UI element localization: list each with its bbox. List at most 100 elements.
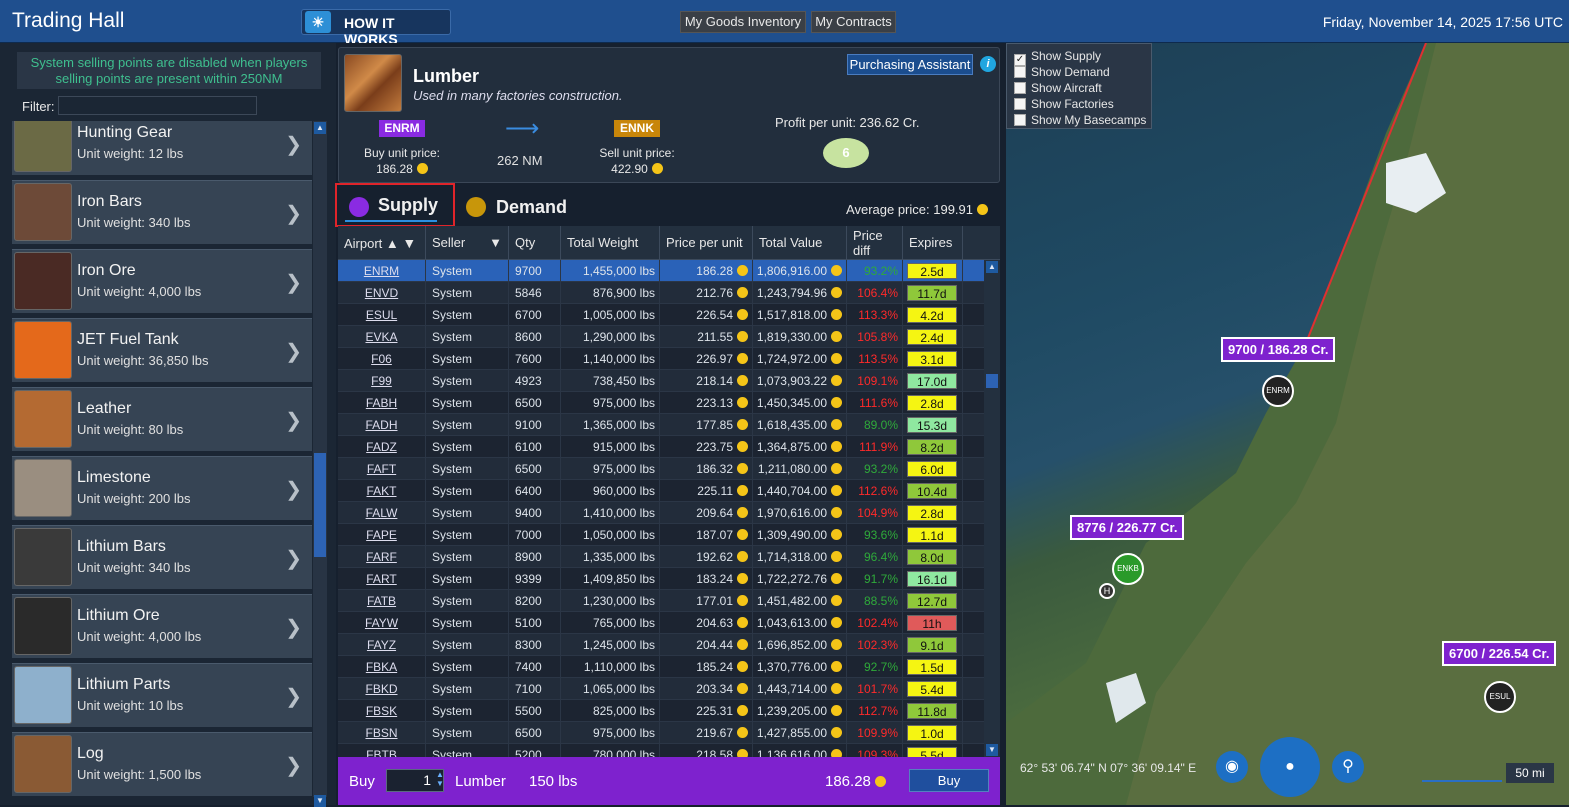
airport-link[interactable]: FABH [338,392,426,414]
col-total-weight[interactable]: Total Weight [561,226,660,260]
airport-link[interactable]: FAYW [338,612,426,634]
map-layer-toggle[interactable]: Show Demand [1014,65,1110,79]
col-seller[interactable]: Seller ▼ [426,226,509,260]
table-row[interactable]: EVKA System 8600 1,290,000 lbs 211.55 1,… [338,326,984,348]
map-layer-toggle[interactable]: Show Aircraft [1014,81,1102,95]
table-row[interactable]: FART System 9399 1,409,850 lbs 183.24 1,… [338,568,984,590]
airport-link[interactable]: ENVD [338,282,426,304]
airport-link[interactable]: FADZ [338,436,426,458]
scroll-thumb[interactable] [314,453,326,557]
goods-item[interactable]: Limestone Unit weight: 200 lbs ❯ [12,456,312,520]
table-row[interactable]: FAKT System 6400 960,000 lbs 225.11 1,44… [338,480,984,502]
airport-link[interactable]: FART [338,568,426,590]
col-qty[interactable]: Qty [509,226,561,260]
info-icon[interactable]: i [980,56,996,72]
table-row[interactable]: FBKD System 7100 1,065,000 lbs 203.34 1,… [338,678,984,700]
table-row[interactable]: FBSN System 6500 975,000 lbs 219.67 1,42… [338,722,984,744]
table-row[interactable]: ENVD System 5846 876,900 lbs 212.76 1,24… [338,282,984,304]
scroll-up-arrow[interactable]: ▲ [314,122,326,134]
airport-marker-esul[interactable]: ESUL [1484,681,1516,713]
goods-list-scrollbar[interactable]: ▲ ▼ [313,121,327,807]
goods-item[interactable]: Log Unit weight: 1,500 lbs ❯ [12,732,312,796]
col-airport[interactable]: Airport ▲ ▼ [338,226,426,260]
airport-link[interactable]: FADH [338,414,426,436]
filter-icon[interactable]: ▼ [402,235,416,251]
table-row[interactable]: FAYZ System 8300 1,245,000 lbs 204.44 1,… [338,634,984,656]
scroll-down-arrow[interactable]: ▼ [314,795,326,807]
goods-item[interactable]: Lithium Ore Unit weight: 4,000 lbs ❯ [12,594,312,658]
map-layer-toggle[interactable]: Show My Basecamps [1014,113,1146,127]
eye-icon[interactable]: ◉ [1216,751,1248,783]
from-airport-code[interactable]: ENRM [379,120,425,137]
table-row[interactable]: FBKA System 7400 1,110,000 lbs 185.24 1,… [338,656,984,678]
airport-link[interactable]: FAKT [338,480,426,502]
scroll-thumb[interactable] [986,374,998,388]
col-expires[interactable]: Expires [903,226,963,260]
my-contracts-button[interactable]: My Contracts [811,11,896,33]
airport-link[interactable]: FARF [338,546,426,568]
filter-icon[interactable]: ▼ [489,226,502,260]
table-row[interactable]: ESUL System 6700 1,005,000 lbs 226.54 1,… [338,304,984,326]
table-row[interactable]: FBTB System 5200 780,000 lbs 218.58 1,13… [338,744,984,757]
airport-marker-enrm[interactable]: ENRM [1262,375,1294,407]
airport-link[interactable]: FBTB [338,744,426,757]
how-it-works-button[interactable]: ☀ HOW IT WORKS [301,9,451,47]
goods-item[interactable]: Iron Ore Unit weight: 4,000 lbs ❯ [12,249,312,313]
table-row[interactable]: F06 System 7600 1,140,000 lbs 226.97 1,7… [338,348,984,370]
table-row[interactable]: FARF System 8900 1,335,000 lbs 192.62 1,… [338,546,984,568]
airport-marker-enkb[interactable]: ENKB [1112,553,1144,585]
goods-item[interactable]: Hunting Gear Unit weight: 12 lbs ❯ [12,121,312,175]
filter-input[interactable] [58,96,257,115]
col-total-value[interactable]: Total Value [753,226,847,260]
col-price-diff[interactable]: Price diff [847,226,903,260]
map-layer-toggle[interactable]: ✓ Show Supply [1014,49,1101,66]
stepper-arrows-icon[interactable]: ▲ ▼ [436,770,444,788]
airport-link[interactable]: FBKA [338,656,426,678]
table-row[interactable]: FALW System 9400 1,410,000 lbs 209.64 1,… [338,502,984,524]
checkbox-icon[interactable] [1014,82,1026,94]
table-row[interactable]: FADH System 9100 1,365,000 lbs 177.85 1,… [338,414,984,436]
airport-link[interactable]: ENRM [338,260,426,282]
checkbox-icon[interactable] [1014,66,1026,78]
airport-link[interactable]: FAYZ [338,634,426,656]
goods-item[interactable]: JET Fuel Tank Unit weight: 36,850 lbs ❯ [12,318,312,382]
table-row[interactable]: ENRM System 9700 1,455,000 lbs 186.28 1,… [338,260,984,282]
buy-button[interactable]: Buy [909,769,989,792]
map-view[interactable]: ✓ Show Supply Show Demand Show Aircraft Show… [1006,43,1569,805]
goods-item[interactable]: Lithium Parts Unit weight: 10 lbs ❯ [12,663,312,727]
col-price-per-unit[interactable]: Price per unit [660,226,753,260]
table-row[interactable]: FATB System 8200 1,230,000 lbs 177.01 1,… [338,590,984,612]
scroll-up-arrow[interactable]: ▲ [986,261,998,273]
table-row[interactable]: FAFT System 6500 975,000 lbs 186.32 1,21… [338,458,984,480]
airport-link[interactable]: FAPE [338,524,426,546]
to-airport-code[interactable]: ENNK [614,120,660,137]
airport-link[interactable]: FBSN [338,722,426,744]
scroll-down-arrow[interactable]: ▼ [986,744,998,756]
checkbox-icon[interactable] [1014,98,1026,110]
table-row[interactable]: FADZ System 6100 915,000 lbs 223.75 1,36… [338,436,984,458]
map-pan-control[interactable]: ● [1260,737,1320,797]
table-row[interactable]: FBSK System 5500 825,000 lbs 225.31 1,23… [338,700,984,722]
airport-link[interactable]: FATB [338,590,426,612]
map-label-enkb[interactable]: 8776 / 226.77 Cr. [1070,515,1185,540]
heliport-marker[interactable]: H [1099,583,1115,599]
table-scrollbar[interactable]: ▲ ▼ [984,260,1000,757]
map-label-esul[interactable]: 6700 / 226.54 Cr. [1442,641,1557,666]
airport-link[interactable]: FALW [338,502,426,524]
airport-link[interactable]: FBKD [338,678,426,700]
goods-item[interactable]: Leather Unit weight: 80 lbs ❯ [12,387,312,451]
airport-link[interactable]: F06 [338,348,426,370]
map-label-enrm[interactable]: 9700 / 186.28 Cr. [1221,337,1336,362]
airport-link[interactable]: F99 [338,370,426,392]
goods-item[interactable]: Lithium Bars Unit weight: 340 lbs ❯ [12,525,312,589]
airport-link[interactable]: FBSK [338,700,426,722]
map-layer-toggle[interactable]: Show Factories [1014,97,1114,111]
table-row[interactable]: FABH System 6500 975,000 lbs 223.13 1,45… [338,392,984,414]
my-goods-inventory-button[interactable]: My Goods Inventory [680,11,806,33]
checkbox-icon[interactable] [1014,114,1026,126]
table-row[interactable]: FAPE System 7000 1,050,000 lbs 187.07 1,… [338,524,984,546]
airport-link[interactable]: ESUL [338,304,426,326]
tab-supply[interactable]: Supply [335,183,455,227]
purchasing-assistant-button[interactable]: Purchasing Assistant [847,54,973,75]
zoom-search-icon[interactable]: ⚲ [1332,751,1364,783]
